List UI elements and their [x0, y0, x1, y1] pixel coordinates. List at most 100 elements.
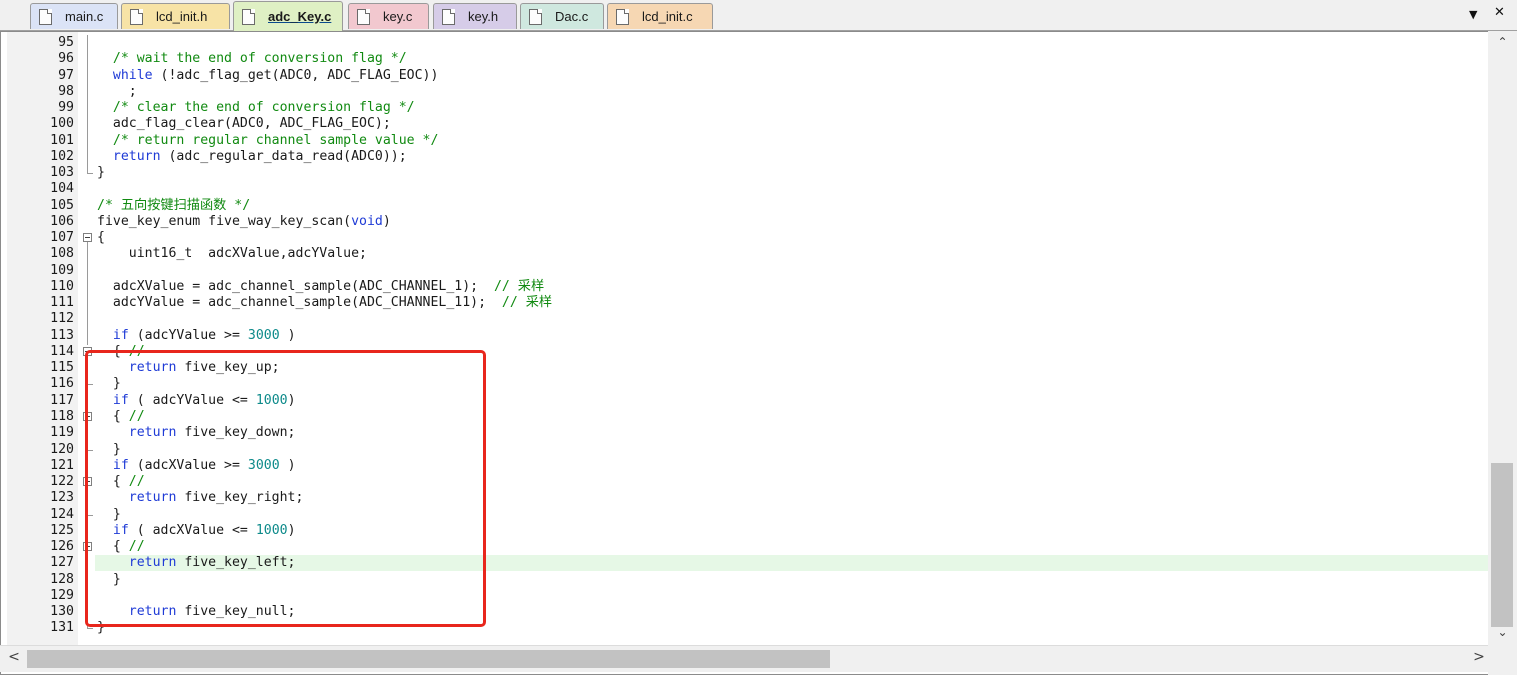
code-line[interactable]: 104 — [1, 181, 1489, 197]
code-text: uint16_t adcXValue,adcYValue; — [97, 246, 367, 262]
scroll-down-icon[interactable]: ⌄ — [1488, 625, 1517, 643]
fold-guide — [87, 67, 88, 85]
line-number: 127 — [50, 555, 74, 571]
line-number: 113 — [50, 327, 74, 343]
tab-key-h[interactable]: key.h — [433, 3, 517, 29]
code-line[interactable]: 105 /* 五向按键扫描函数 */ — [1, 198, 1489, 214]
code-text: { — [97, 230, 105, 246]
line-number: 99 — [58, 100, 74, 116]
file-icon — [39, 8, 52, 25]
line-number: 105 — [50, 197, 74, 213]
file-icon — [242, 8, 255, 25]
code-editor[interactable]: 95 96 /* wait the end of conversion flag … — [0, 31, 1517, 675]
code-line[interactable]: 97 while (!adc_flag_get(ADC0, ADC_FLAG_E… — [1, 67, 1489, 85]
tab-key-c[interactable]: key.c — [348, 3, 429, 29]
fold-guide — [87, 132, 88, 150]
fold-guide — [87, 51, 88, 69]
code-line[interactable]: 96 /* wait the end of conversion flag */ — [1, 51, 1489, 69]
line-number: 101 — [50, 132, 74, 148]
code-text: adcXValue = adc_channel_sample(ADC_CHANN… — [97, 278, 545, 294]
fold-guide — [87, 311, 88, 329]
line-number: 116 — [50, 376, 74, 392]
line-number: 122 — [50, 474, 74, 490]
file-icon — [130, 8, 143, 25]
line-number: 104 — [50, 181, 74, 197]
fold-guide — [87, 327, 88, 345]
fold-guide — [87, 116, 88, 134]
code-line[interactable]: 106 five_key_enum five_way_key_scan(void) — [1, 214, 1489, 230]
close-tab-icon[interactable]: ✕ — [1494, 5, 1505, 20]
fold-guide — [87, 83, 88, 101]
tab-lcd-init-h[interactable]: lcd_init.h — [121, 3, 230, 29]
scroll-up-icon[interactable]: ⌃ — [1488, 35, 1517, 53]
code-line[interactable]: 102 return (adc_regular_data_read(ADC0))… — [1, 148, 1489, 166]
code-text: /* return regular channel sample value *… — [112, 132, 439, 148]
horizontal-scrollbar[interactable]: < > — [0, 645, 1517, 672]
code-text: /* clear the end of conversion flag */ — [112, 100, 415, 116]
code-text: /* wait the end of conversion flag */ — [112, 51, 407, 67]
code-text: adcYValue = adc_channel_sample(ADC_CHANN… — [97, 295, 553, 311]
line-number: 103 — [50, 165, 74, 181]
line-number: 110 — [50, 278, 74, 294]
tab-label: adc_Key.c — [268, 9, 332, 24]
line-number: 107 — [50, 230, 74, 246]
code-text: return (adc_regular_data_read(ADC0)); — [112, 148, 407, 164]
code-line[interactable]: 99 /* clear the end of conversion flag *… — [1, 100, 1489, 118]
scrollbar-corner — [1488, 645, 1517, 675]
line-number: 96 — [58, 51, 74, 67]
tab-list-dropdown-icon[interactable]: ▼ — [1469, 8, 1477, 21]
code-text: while (!adc_flag_get(ADC0, ADC_FLAG_EOC)… — [112, 67, 439, 83]
line-number: 131 — [50, 620, 74, 636]
code-line[interactable]: 107 { — [1, 230, 1489, 248]
file-icon — [529, 8, 542, 25]
vertical-scrollbar[interactable]: ⌃ ⌄ — [1488, 31, 1517, 645]
line-number: 100 — [50, 116, 74, 132]
code-line[interactable]: 98 ; — [1, 83, 1489, 101]
file-icon — [357, 8, 370, 25]
fold-guide — [87, 148, 88, 166]
line-number: 126 — [50, 539, 74, 555]
line-number: 125 — [50, 522, 74, 538]
scroll-right-icon[interactable]: > — [1469, 649, 1489, 669]
line-number: 98 — [58, 83, 74, 99]
code-text: /* 五向按键扫描函数 */ — [97, 197, 251, 213]
code-line[interactable]: 112 — [1, 311, 1489, 329]
line-number: 120 — [50, 441, 74, 457]
code-line[interactable]: 108 uint16_t adcXValue,adcYValue; — [1, 246, 1489, 264]
scroll-left-icon[interactable]: < — [4, 649, 24, 669]
code-line[interactable]: 110 adcXValue = adc_channel_sample(ADC_C… — [1, 278, 1489, 296]
tab-adc-key-c[interactable]: adc_Key.c — [233, 1, 343, 31]
line-number: 97 — [58, 67, 74, 83]
line-number: 121 — [50, 457, 74, 473]
code-text: if (adcYValue >= 3000 ) — [112, 327, 296, 343]
fold-guide — [87, 295, 88, 313]
file-icon — [442, 8, 455, 25]
line-number: 129 — [50, 587, 74, 603]
line-number: 118 — [50, 408, 74, 424]
tab-label: lcd_init.h — [156, 9, 208, 24]
tab-dac-c[interactable]: Dac.c — [520, 3, 604, 29]
code-line[interactable]: 100 adc_flag_clear(ADC0, ADC_FLAG_EOC); — [1, 116, 1489, 134]
line-number: 114 — [50, 343, 74, 359]
code-line[interactable]: 111 adcYValue = adc_channel_sample(ADC_C… — [1, 295, 1489, 313]
fold-guide — [87, 35, 88, 52]
line-number: 95 — [58, 35, 74, 50]
code-line[interactable]: 95 — [1, 35, 1489, 52]
vertical-scroll-thumb[interactable] — [1491, 463, 1513, 627]
fold-guide — [87, 100, 88, 118]
code-line[interactable]: 113 if (adcYValue >= 3000 ) — [1, 327, 1489, 345]
code-line[interactable]: 101 /* return regular channel sample val… — [1, 132, 1489, 150]
tab-lcd-init-c[interactable]: lcd_init.c — [607, 3, 713, 29]
line-number: 130 — [50, 604, 74, 620]
code-text: five_key_enum five_way_key_scan(void) — [97, 213, 391, 229]
code-text: ; — [97, 83, 137, 99]
tab-label: key.h — [468, 9, 499, 24]
horizontal-scroll-thumb[interactable] — [27, 650, 830, 668]
line-number: 106 — [50, 213, 74, 229]
code-line[interactable]: 109 — [1, 262, 1489, 280]
fold-guide — [87, 262, 88, 280]
code-line[interactable]: 103} — [1, 165, 1489, 181]
line-number: 115 — [50, 360, 74, 376]
fold-toggle-icon[interactable] — [83, 233, 92, 243]
tab-main-c[interactable]: main.c — [30, 3, 118, 29]
